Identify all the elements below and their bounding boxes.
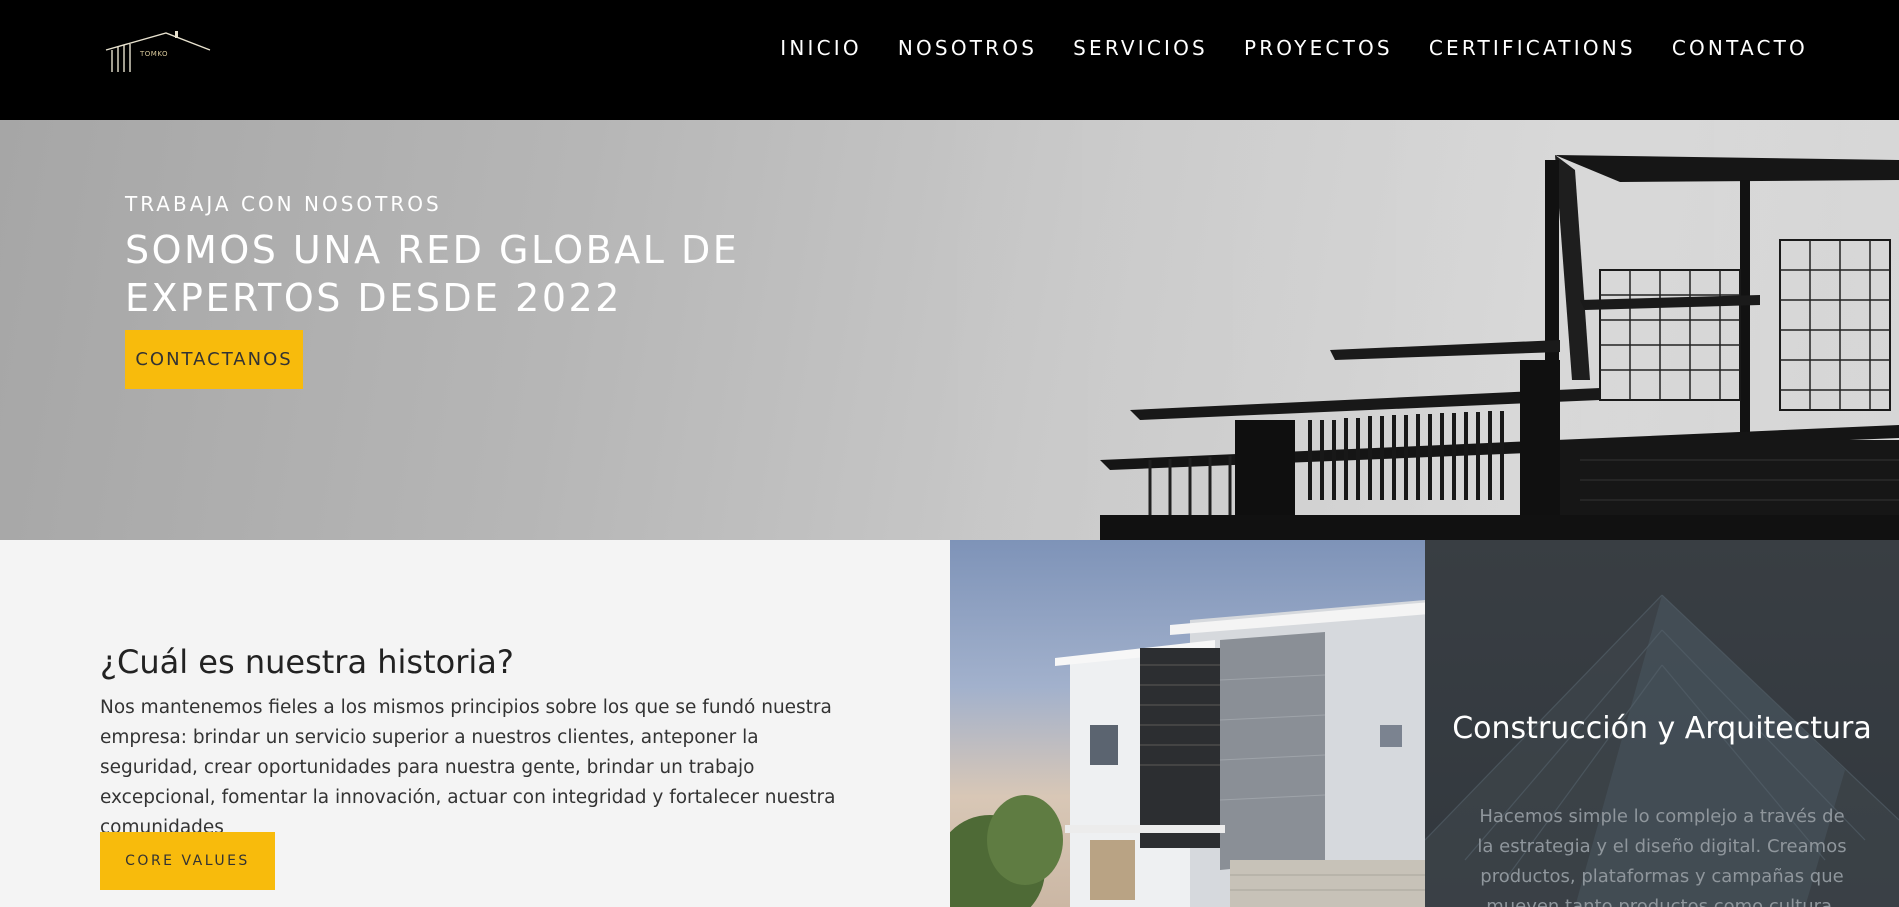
hero-title: SOMOS UNA RED GLOBAL DE EXPERTOS DESDE 2… [125, 228, 740, 320]
main-nav: INICIO NOSOTROS SERVICIOS PROYECTOS CERT… [780, 36, 1808, 60]
story-text: Nos mantenemos fieles a los mismos princ… [100, 697, 836, 838]
house-roof-logo-icon[interactable]: TOMKO [104, 28, 214, 74]
service-text: Hacemos simple lo complejo a través de l… [1477, 806, 1847, 907]
hero-eyebrow: TRABAJA CON NOSOTROS [125, 192, 442, 216]
contactanos-button[interactable]: CONTACTANOS [125, 330, 303, 389]
hero-section: TRABAJA CON NOSOTROS SOMOS UNA RED GLOBA… [0, 120, 1899, 540]
core-values-button[interactable]: CORE VALUES [100, 832, 275, 890]
logo-text: TOMKO [140, 50, 169, 58]
nav-item-nosotros[interactable]: NOSOTROS [898, 36, 1037, 60]
nav-item-certifications[interactable]: CERTIFICATIONS [1429, 36, 1636, 60]
story-section: ¿Cuál es nuestra historia? Nos mantenemo… [0, 540, 950, 907]
nav-item-servicios[interactable]: SERVICIOS [1073, 36, 1208, 60]
navbar: TOMKO INICIO NOSOTROS SERVICIOS PROYECTO… [0, 0, 1899, 120]
nav-item-inicio[interactable]: INICIO [780, 36, 862, 60]
story-title: ¿Cuál es nuestra historia? [100, 643, 514, 681]
service-title: Construcción y Arquitectura [1452, 711, 1872, 746]
service-card[interactable]: Construcción y Arquitectura Hacemos simp… [1425, 540, 1899, 907]
modern-house-image [950, 540, 1425, 907]
nav-item-contacto[interactable]: CONTACTO [1672, 36, 1808, 60]
nav-item-proyectos[interactable]: PROYECTOS [1244, 36, 1393, 60]
